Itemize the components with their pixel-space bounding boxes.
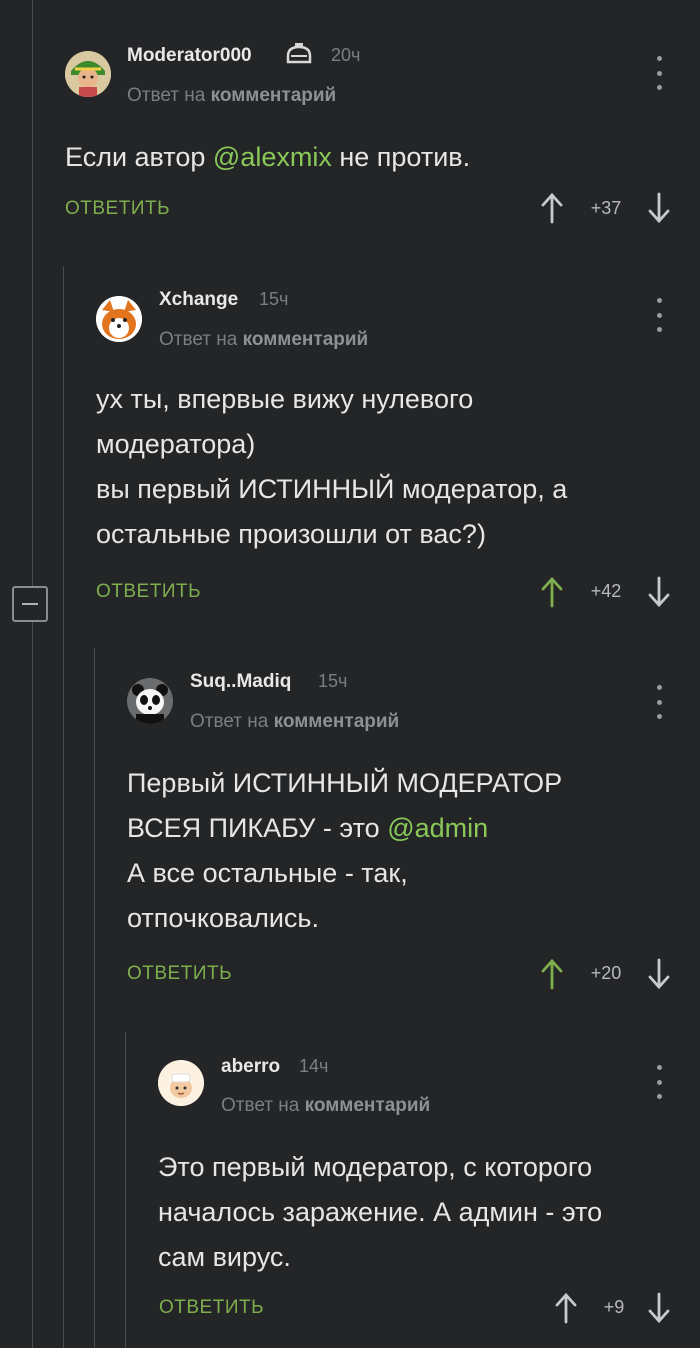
more-menu-icon[interactable]	[654, 298, 664, 332]
body-line: ВСЕЯ ПИКАБУ - это @admin	[127, 806, 562, 851]
comment-time: 14ч	[299, 1056, 329, 1076]
avatar-image	[127, 678, 173, 724]
body-line: началось заражение. А админ - это	[158, 1197, 603, 1227]
reply-target: комментарий	[273, 711, 400, 732]
moderator-badge-icon	[286, 43, 312, 64]
body-text-part: ВСЕЯ ПИКАБУ - это	[127, 813, 388, 843]
rating-score: +9	[603, 1297, 625, 1317]
body-line: А все остальные - так,	[127, 858, 408, 888]
more-menu-icon[interactable]	[654, 56, 664, 90]
rating-score: +20	[590, 963, 622, 983]
reply-target: комментарий	[304, 1095, 431, 1116]
rating-score: +42	[590, 581, 622, 601]
comment-time: 20ч	[331, 45, 361, 65]
mention-link[interactable]: @admin	[387, 813, 488, 843]
reply-prefix: Ответ на	[190, 711, 269, 732]
downvote-arrow-icon[interactable]	[647, 1292, 671, 1324]
more-menu-icon[interactable]	[654, 685, 664, 719]
reply-button[interactable]: ОТВЕТИТЬ	[127, 963, 232, 985]
avatar[interactable]	[158, 1060, 204, 1106]
body-line: ух ты, впервые вижу нулевого	[96, 384, 474, 414]
comment-body: ух ты, впервые вижу нулевого модератора)…	[96, 377, 567, 557]
reply-to-link[interactable]: Ответ на комментарий	[221, 1095, 430, 1117]
reply-prefix: Ответ на	[127, 85, 206, 106]
comment-thread: Moderator000 20ч Ответ на комментарий Ес…	[0, 0, 700, 1348]
body-text-part: не против.	[331, 142, 471, 172]
upvote-arrow-icon[interactable]	[540, 958, 564, 990]
reply-to-link[interactable]: Ответ на комментарий	[127, 85, 336, 107]
reply-target: комментарий	[242, 329, 369, 350]
body-line: отпочковались.	[127, 903, 319, 933]
comment-time: 15ч	[318, 671, 348, 691]
avatar[interactable]	[96, 296, 142, 342]
body-line: Это первый модератор, с которого	[158, 1152, 593, 1182]
downvote-arrow-icon[interactable]	[647, 192, 671, 224]
upvote-arrow-icon[interactable]	[540, 192, 564, 224]
avatar-image	[96, 296, 142, 342]
avatar[interactable]	[65, 51, 111, 97]
comment-xchange: Xchange 15ч Ответ на комментарий ух ты, …	[0, 266, 700, 616]
reply-prefix: Ответ на	[221, 1095, 300, 1116]
reply-target: комментарий	[210, 85, 337, 106]
username[interactable]: Moderator000	[127, 45, 252, 67]
downvote-arrow-icon[interactable]	[647, 576, 671, 608]
upvote-arrow-icon[interactable]	[554, 1292, 578, 1324]
username[interactable]: Suq..Madiq	[190, 671, 291, 693]
body-line: сам вирус.	[158, 1242, 291, 1272]
body-line: Первый ИСТИННЫЙ МОДЕРАТОР	[127, 768, 563, 798]
avatar-image	[158, 1060, 204, 1106]
body-line: модератора)	[96, 429, 256, 459]
body-line: остальные произошли от вас?)	[96, 519, 486, 549]
reply-button[interactable]: ОТВЕТИТЬ	[159, 1297, 264, 1319]
comment-time: 15ч	[259, 289, 289, 309]
body-line: вы первый ИСТИННЫЙ модератор, а	[96, 474, 568, 504]
username[interactable]: Xchange	[159, 289, 238, 311]
avatar[interactable]	[127, 678, 173, 724]
more-menu-icon[interactable]	[654, 1065, 664, 1099]
username[interactable]: aberro	[221, 1056, 280, 1078]
comment-suq-madiq: Suq..Madiq 15ч Ответ на комментарий Перв…	[0, 648, 700, 1008]
reply-to-link[interactable]: Ответ на комментарий	[159, 329, 368, 351]
body-text-part: Если автор	[65, 142, 213, 172]
downvote-arrow-icon[interactable]	[647, 958, 671, 990]
reply-button[interactable]: ОТВЕТИТЬ	[96, 581, 201, 603]
avatar-image	[65, 51, 111, 97]
comment-body: Если автор @alexmix не против.	[65, 135, 470, 180]
reply-to-link[interactable]: Ответ на комментарий	[190, 711, 399, 733]
reply-prefix: Ответ на	[159, 329, 238, 350]
comment-body: Первый ИСТИННЫЙ МОДЕРАТОР ВСЕЯ ПИКАБУ - …	[127, 761, 562, 941]
rating-score: +37	[590, 198, 622, 218]
comment-moderator000: Moderator000 20ч Ответ на комментарий Ес…	[0, 0, 700, 240]
upvote-arrow-icon[interactable]	[540, 576, 564, 608]
comment-aberro: aberro 14ч Ответ на комментарий Это перв…	[0, 1032, 700, 1348]
comment-body: Это первый модератор, с которого началос…	[158, 1145, 602, 1280]
mention-link[interactable]: @alexmix	[213, 142, 332, 172]
reply-button[interactable]: ОТВЕТИТЬ	[65, 198, 170, 220]
